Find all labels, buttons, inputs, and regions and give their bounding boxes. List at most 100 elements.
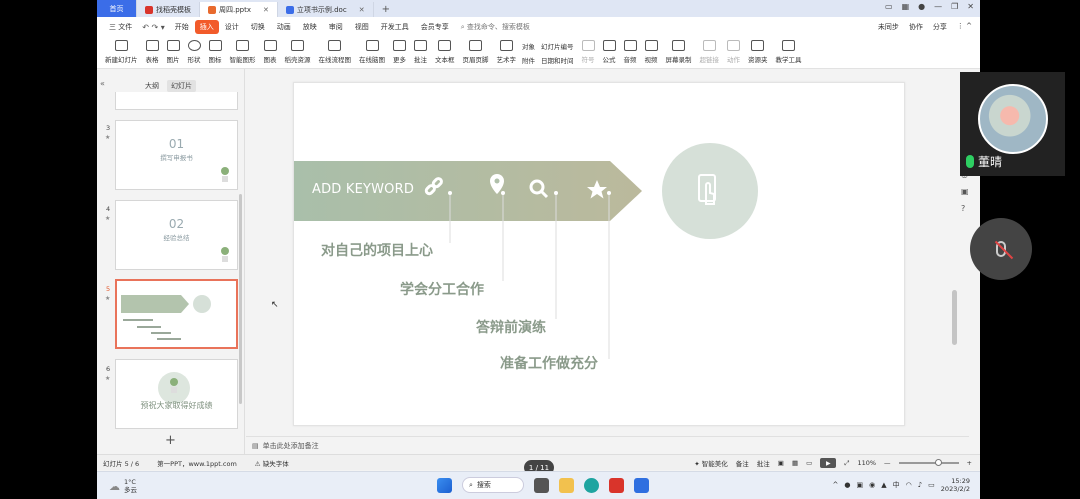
menu-insert[interactable]: 插入 [194, 20, 219, 34]
file-menu[interactable]: 三 文件 [103, 22, 138, 32]
command-search[interactable]: ⌕ 查找命令、搜索模板 [461, 22, 530, 32]
menu-animation[interactable]: 动画 [271, 22, 297, 32]
windows-start-icon[interactable] [437, 477, 452, 493]
collapse-pane-icon[interactable]: « [100, 79, 105, 88]
menu-home[interactable]: 开始 [169, 22, 195, 32]
zoom-knob[interactable] [934, 459, 942, 466]
more-icon[interactable]: ⋮ ^ [957, 22, 972, 32]
weather-widget[interactable]: ☁ 1°C 多云 [109, 478, 137, 494]
tab-pptx[interactable]: 周四.pptx ✕ [200, 2, 278, 17]
restore-icon[interactable]: ❐ [951, 2, 958, 11]
new-tab-button[interactable]: + [374, 2, 398, 17]
menu-design[interactable]: 设计 [219, 22, 245, 32]
avatar[interactable]: ● [918, 2, 925, 11]
undo-icon[interactable]: ↶ ↷ ▾ [138, 23, 169, 32]
comment-button[interactable]: 批注 [414, 40, 427, 64]
zoom-in-button[interactable]: + [967, 459, 972, 467]
book-icon[interactable]: ▣ [961, 187, 969, 196]
reading-view-icon[interactable]: ▭ [806, 459, 812, 467]
hyperlink-button[interactable]: 超链接 [700, 40, 719, 64]
action-button[interactable]: 动作 [727, 40, 740, 64]
volume-icon[interactable]: ♪ [918, 481, 922, 489]
mute-button[interactable] [970, 218, 1032, 280]
tab-outline[interactable]: 大纲 [141, 80, 163, 92]
grid-icon[interactable]: ▦ [902, 2, 910, 11]
tab-template[interactable]: 找稻壳模板 [137, 2, 200, 17]
sync-button[interactable]: 未同步 [878, 22, 899, 32]
video-button[interactable]: 视频 [644, 40, 658, 64]
tab-home[interactable]: 首页 [97, 0, 137, 17]
close-window-icon[interactable]: ✕ [967, 2, 974, 11]
more-button[interactable]: 更多 [393, 40, 406, 64]
task-view-icon[interactable] [534, 477, 549, 493]
slide-thumbnail-4[interactable]: 02 经验总结 [115, 200, 238, 270]
explorer-icon[interactable] [559, 477, 574, 493]
tab-slides[interactable]: 幻灯片 [167, 80, 196, 92]
smartart-button[interactable]: 智能图形 [230, 40, 256, 64]
screen-record-button[interactable]: 屏幕录制 [666, 40, 692, 64]
flowchart-button[interactable]: 在线流程图 [319, 40, 351, 64]
slide-thumbnail-2[interactable] [115, 92, 238, 110]
table-button[interactable]: 表格 [145, 40, 159, 64]
layout-icon[interactable]: ▭ [885, 2, 893, 11]
menu-vip[interactable]: 会员专享 [415, 22, 455, 32]
notes-area[interactable]: ▤ 单击此处添加备注 [246, 436, 969, 454]
menu-review[interactable]: 审阅 [323, 22, 349, 32]
edge-icon[interactable] [584, 477, 599, 493]
slide-thumbnail-3[interactable]: 01 撰写申报书 [115, 120, 238, 190]
slide-thumbnail-6[interactable]: 预祝大家取得好成绩 [115, 359, 238, 429]
missing-font-button[interactable]: ⚠ 缺失字体 [255, 458, 289, 468]
fit-icon[interactable]: ⤢ [844, 459, 849, 468]
zoom-level[interactable]: 110% [857, 459, 876, 467]
tray-app-icon[interactable]: ▲ [881, 481, 886, 489]
wps-icon[interactable] [609, 477, 624, 493]
collab-button[interactable]: 协作 [909, 22, 923, 32]
picture-button[interactable]: 图片 [166, 40, 180, 64]
wifi-icon[interactable]: ◠ [906, 481, 912, 489]
resource-folder-button[interactable]: 资源夹 [748, 40, 768, 64]
beautify-button[interactable]: ✦ 智能美化 [694, 458, 728, 468]
comment-status-button[interactable]: 批注 [757, 458, 770, 468]
zoom-out-button[interactable]: — [884, 459, 891, 467]
minimize-icon[interactable]: — [934, 2, 942, 11]
menu-developer[interactable]: 开发工具 [375, 22, 415, 32]
object-button[interactable]: 对象 [522, 41, 535, 51]
header-footer-button[interactable]: 页眉页脚 [463, 40, 489, 64]
normal-view-icon[interactable]: ▣ [778, 459, 784, 467]
menu-transition[interactable]: 切换 [245, 22, 271, 32]
teaching-tools-button[interactable]: 教学工具 [776, 40, 802, 64]
participant-video-card[interactable]: 董晴 [960, 72, 1065, 176]
icon-button[interactable]: 图标 [208, 40, 222, 64]
audio-button[interactable]: 音频 [623, 40, 637, 64]
slide-thumbnail-5[interactable] [115, 279, 238, 349]
chart-button[interactable]: 图表 [263, 40, 277, 64]
tab-doc[interactable]: 立项书示例.doc ✕ [278, 2, 374, 17]
close-icon[interactable]: ✕ [359, 6, 365, 14]
attachment-button[interactable]: 附件 [522, 55, 535, 65]
wordart-button[interactable]: 艺术字 [497, 40, 516, 64]
tray-app-icon[interactable]: ▣ [856, 481, 863, 489]
date-time-button[interactable]: 日期和时间 [541, 55, 574, 65]
sorter-view-icon[interactable]: ▦ [792, 459, 798, 467]
shape-button[interactable]: 形状 [187, 40, 201, 64]
close-icon[interactable]: ✕ [263, 6, 269, 14]
add-slide-button[interactable]: + [165, 433, 176, 448]
ime-indicator[interactable]: 中 [893, 480, 900, 490]
textbox-button[interactable]: 文本框 [435, 40, 455, 64]
play-button[interactable]: ▶ [820, 458, 837, 468]
share-button[interactable]: 分享 [933, 22, 947, 32]
slide-5[interactable]: ADD KEYWORD 对自己的项目上心 学会分工合作 答辩前演练 准备工作做充… [293, 82, 905, 426]
tray-app-icon[interactable]: ◉ [869, 481, 875, 489]
chevron-up-icon[interactable]: ^ [832, 481, 838, 489]
zoom-slider[interactable] [898, 459, 959, 466]
menu-view[interactable]: 视图 [349, 22, 375, 32]
help-icon[interactable]: ? [961, 204, 969, 213]
pane-scrollbar[interactable] [239, 194, 242, 404]
menu-slideshow[interactable]: 放映 [297, 22, 323, 32]
symbol-button[interactable]: 符号 [581, 40, 595, 64]
canvas-scrollbar[interactable] [952, 290, 957, 345]
battery-icon[interactable]: ▭ [928, 481, 935, 489]
mindmap-button[interactable]: 在线脑图 [359, 40, 385, 64]
tray-app-icon[interactable]: ● [844, 481, 850, 489]
slide-number-button[interactable]: 幻灯片编号 [541, 41, 574, 51]
